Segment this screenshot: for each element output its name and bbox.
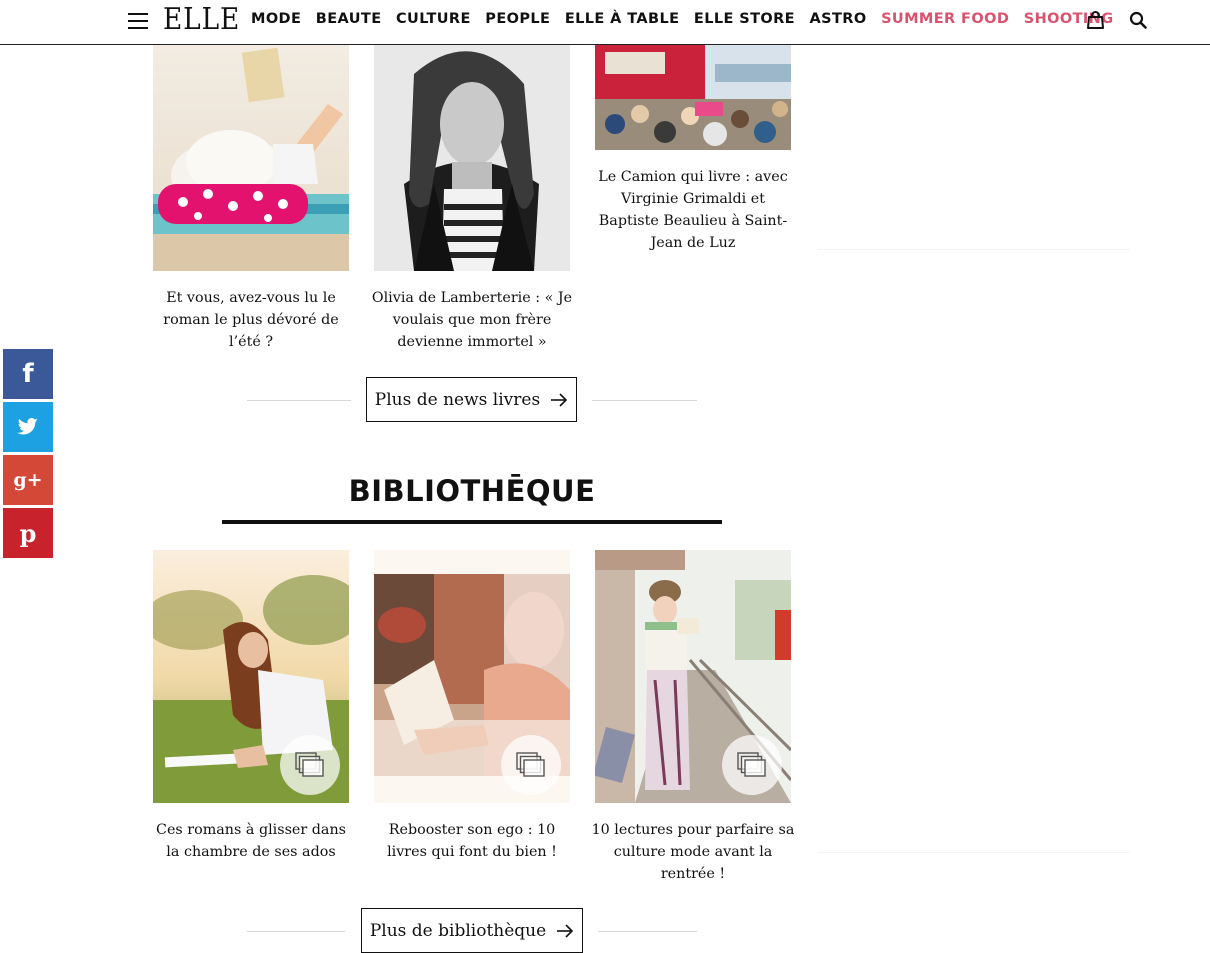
article-caption[interactable]: 10 lectures pour parfaire sa culture mod… <box>590 819 796 885</box>
site-header: ELLE MODE BEAUTE CULTURE PEOPLE ELLE À T… <box>0 0 1210 45</box>
nav-culture[interactable]: CULTURE <box>396 11 471 27</box>
divider-left <box>247 931 345 932</box>
article-caption[interactable]: Ces romans à glisser dans la chambre de … <box>148 819 354 863</box>
more-button-label: Plus de news livres <box>374 389 541 410</box>
googleplus-icon: g+ <box>13 469 43 491</box>
nav-astro[interactable]: ASTRO <box>810 11 867 27</box>
ad-placeholder-line <box>818 852 1130 853</box>
article-caption[interactable]: Le Camion qui livre : avec Virginie Grim… <box>590 166 796 254</box>
main-nav: MODE BEAUTE CULTURE PEOPLE ELLE À TABLE … <box>251 11 1128 27</box>
nav-mode[interactable]: MODE <box>251 11 301 27</box>
nav-elle-a-table[interactable]: ELLE À TABLE <box>565 11 680 27</box>
nav-people[interactable]: PEOPLE <box>485 11 550 27</box>
section-title-bibliotheque: BIBLIOTHĒQUE <box>348 474 596 508</box>
article-caption[interactable]: Rebooster son ego : 10 livres qui font d… <box>369 819 575 863</box>
pinterest-share-button[interactable]: p <box>3 508 53 558</box>
gallery-icon[interactable] <box>722 735 782 795</box>
arrow-right-icon <box>557 923 574 938</box>
facebook-share-button[interactable]: f <box>3 349 53 399</box>
social-share-bar: f g+ p <box>3 349 53 561</box>
more-bibliotheque-button[interactable]: Plus de bibliothèque <box>361 908 583 953</box>
facebook-icon: f <box>22 359 34 389</box>
menu-icon[interactable] <box>128 13 148 29</box>
article-image-portrait[interactable] <box>374 44 570 271</box>
shopping-bag-icon[interactable] <box>1087 11 1104 29</box>
nav-beaute[interactable]: BEAUTE <box>316 11 382 27</box>
arrow-right-icon <box>551 392 568 407</box>
nav-summer-food[interactable]: SUMMER FOOD <box>881 11 1009 27</box>
googleplus-share-button[interactable]: g+ <box>3 455 53 505</box>
section-title-underline <box>222 520 722 524</box>
divider-right <box>592 400 697 401</box>
article-image-beach-reader[interactable] <box>153 44 349 271</box>
article-image-festival-truck[interactable] <box>595 44 791 150</box>
gallery-icon[interactable] <box>501 735 561 795</box>
elle-logo[interactable]: ELLE <box>163 2 240 37</box>
gallery-icon[interactable] <box>280 735 340 795</box>
nav-elle-store[interactable]: ELLE STORE <box>694 11 795 27</box>
divider-right <box>598 931 697 932</box>
ad-placeholder-line <box>818 249 1130 250</box>
article-caption[interactable]: Olivia de Lamberterie : « Je voulais que… <box>369 287 575 353</box>
article-caption[interactable]: Et vous, avez-vous lu le roman le plus d… <box>148 287 354 353</box>
divider-left <box>247 400 351 401</box>
more-news-livres-button[interactable]: Plus de news livres <box>366 377 577 422</box>
twitter-share-button[interactable] <box>3 402 53 452</box>
twitter-icon <box>17 418 38 435</box>
search-icon[interactable] <box>1129 11 1147 29</box>
pinterest-icon: p <box>19 518 37 548</box>
